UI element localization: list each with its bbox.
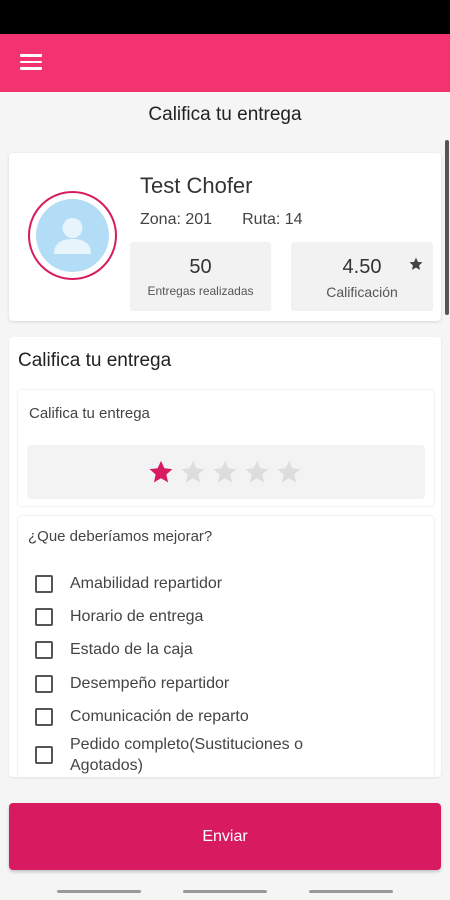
rating-label: Calificación xyxy=(326,284,398,300)
scroll-indicator xyxy=(445,140,449,315)
app-bar xyxy=(0,34,450,92)
deliveries-stat: 50 Entregas realizadas xyxy=(130,242,271,311)
checkbox-label: Amabilidad repartidor xyxy=(70,575,223,592)
driver-zone-route: Zona: 201 Ruta: 14 xyxy=(140,211,303,229)
star-2-icon[interactable] xyxy=(179,458,207,486)
checkbox-label: Comunicación de reparto xyxy=(70,708,249,725)
checkbox-label: Horario de entrega xyxy=(70,608,204,625)
nav-home-button[interactable] xyxy=(183,890,267,893)
checkbox[interactable] xyxy=(35,641,53,659)
improve-box: ¿Que deberíamos mejorar? Amabilidad repa… xyxy=(18,516,434,777)
rating-card: Califica tu entrega Califica tu entrega … xyxy=(9,337,441,777)
checkbox-label: Estado de la caja xyxy=(70,641,193,658)
status-bar xyxy=(0,0,450,34)
driver-name: Test Chofer xyxy=(140,173,253,198)
system-nav-bar xyxy=(0,880,450,900)
deliveries-value: 50 xyxy=(189,256,212,278)
checkbox[interactable] xyxy=(35,708,53,726)
route-label: Ruta: 14 xyxy=(242,211,303,228)
star-rating xyxy=(27,445,425,499)
star-4-icon[interactable] xyxy=(243,458,271,486)
improve-label: ¿Que deberíamos mejorar? xyxy=(28,528,213,545)
nav-recents-button[interactable] xyxy=(57,890,141,893)
rating-box: Califica tu entrega xyxy=(18,390,434,506)
checkbox-label: Pedido completo(Sustituciones o Agotados… xyxy=(70,736,304,774)
star-3-icon[interactable] xyxy=(211,458,239,486)
star-1-icon[interactable] xyxy=(147,458,175,486)
star-icon xyxy=(409,257,423,270)
nav-back-button[interactable] xyxy=(309,890,393,893)
checkbox[interactable] xyxy=(35,746,53,764)
hamburger-menu-icon[interactable] xyxy=(20,54,42,72)
star-5-icon[interactable] xyxy=(275,458,303,486)
page-title: Califica tu entrega xyxy=(148,104,302,125)
send-button[interactable]: Enviar xyxy=(9,803,441,870)
avatar xyxy=(28,191,117,280)
checkbox[interactable] xyxy=(35,608,53,626)
deliveries-label: Entregas realizadas xyxy=(147,284,254,298)
user-avatar-icon xyxy=(36,199,109,272)
checkbox[interactable] xyxy=(35,575,53,593)
rating-stat: 4.50 Calificación xyxy=(291,242,433,311)
checkbox[interactable] xyxy=(35,675,53,693)
checkbox-label: Desempeño repartidor xyxy=(70,675,230,692)
driver-card: Test Chofer Zona: 201 Ruta: 14 50 Entrega… xyxy=(9,153,441,321)
zone-label: Zona: 201 xyxy=(140,211,213,228)
rating-box-label: Califica tu entrega xyxy=(29,405,150,422)
rating-heading: Califica tu entrega xyxy=(18,350,172,371)
